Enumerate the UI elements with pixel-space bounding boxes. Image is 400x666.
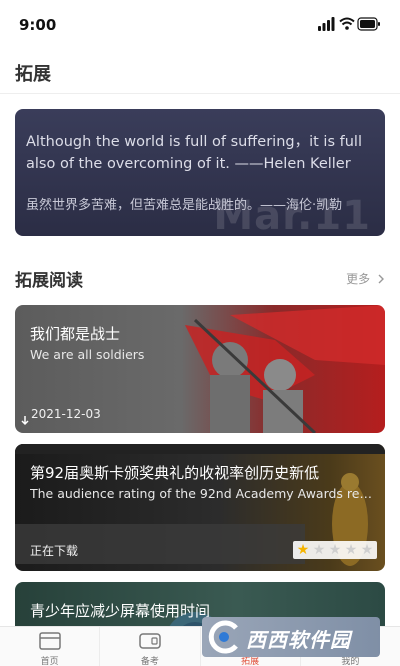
tab-exam[interactable]: 备考 [100,627,201,666]
article-title: 我们都是战士 [30,325,121,343]
more-link[interactable]: 更多 [346,270,385,287]
article-title: 第92届奥斯卡颁奖典礼的收视率创历史新低 [30,464,320,482]
watermark-logo: 西西软件园 [202,617,380,657]
download-icon[interactable] [20,415,30,427]
tab-label: 备考 [140,657,159,666]
article-title: 青少年应减少屏幕使用时间 [30,602,211,620]
page-title: 拓展 [15,64,51,85]
tab-label: 首页 [40,657,59,666]
wifi-icon [339,17,355,30]
quote-text-zh: 虽然世界多苦难，但苦难总是能战胜的。——海伦·凯勒 [26,198,343,213]
star-icon: ★ [360,542,374,558]
daily-quote-card[interactable]: Mar.11 Although the world is full of suf… [15,109,385,236]
quote-text-en: Although the world is full of suffering，… [26,134,362,172]
watermark-text: 西西软件园 [246,628,351,652]
tab-home[interactable]: 首页 [0,627,101,666]
chevron-right-icon [378,274,384,284]
home-icon [38,632,61,650]
star-icon: ★ [312,542,326,558]
battery-icon [357,17,380,31]
rating-stars: ★ ★ ★ ★ ★ [293,541,377,559]
article-subtitle: The audience rating of the 92nd Academy … [30,486,375,501]
star-icon: ★ [328,542,342,558]
download-status: 正在下载 [30,544,79,558]
star-icon: ★ [296,542,310,558]
star-icon: ★ [344,542,358,558]
watermark-c-icon [208,620,238,654]
status-time: 9:00 [19,16,57,34]
page-header: 拓展 [0,50,400,94]
status-icons [318,17,380,31]
article-subtitle: We are all soldiers [30,347,145,362]
more-label: 更多 [346,272,371,286]
exam-icon [139,633,161,649]
signal-icon [318,17,335,31]
article-card[interactable]: 我们都是战士 We are all soldiers 2021-12-03 [15,305,385,433]
article-card[interactable]: 第92届奥斯卡颁奖典礼的收视率创历史新低 The audience rating… [15,444,385,571]
status-bar: 9:00 [0,0,400,50]
section-title: 拓展阅读 [15,271,83,291]
article-date: 2021-12-03 [31,407,101,421]
